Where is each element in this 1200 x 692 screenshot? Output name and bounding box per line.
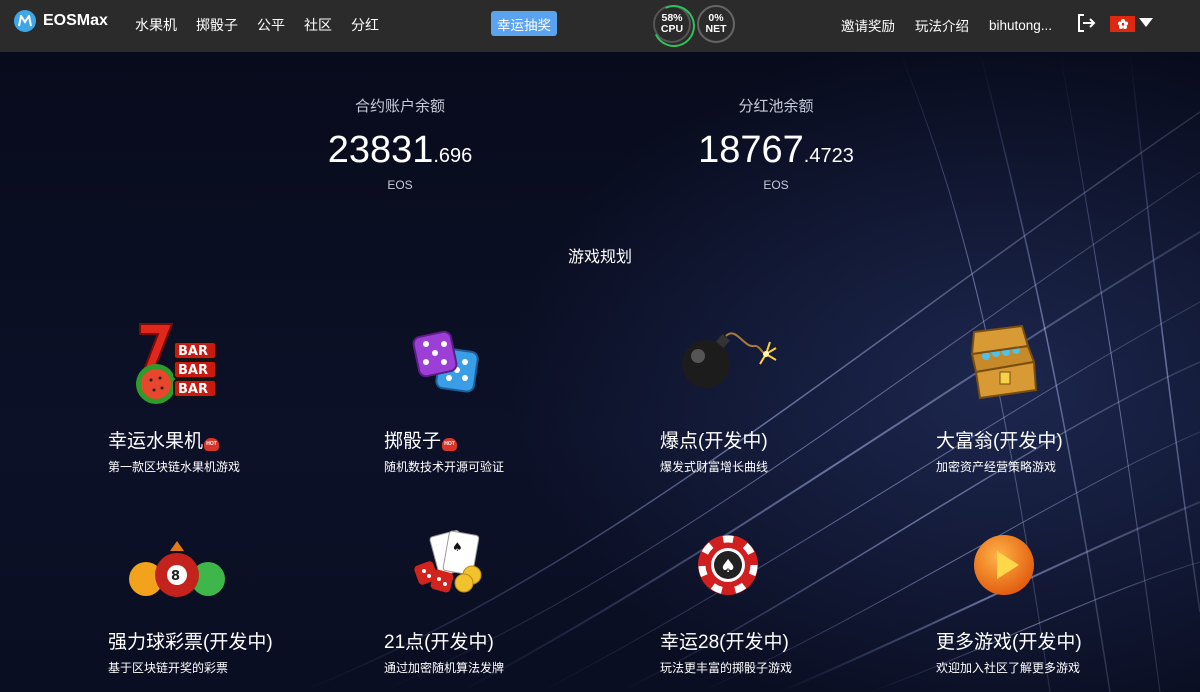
contract-balance: 合约账户余额 23831.696 EOS	[325, 95, 475, 192]
logo-text: EOSMax	[43, 12, 108, 29]
dividend-pool-amount: 18767.4723	[696, 130, 856, 176]
nav-community[interactable]: 社区	[304, 15, 332, 35]
game-name: 幸运28(开发中)	[660, 632, 789, 653]
logout-icon[interactable]	[1075, 12, 1097, 34]
lottery-balls-icon: 8	[126, 537, 226, 627]
dividend-pool-unit: EOS	[763, 178, 789, 192]
game-description: 玩法更丰富的掷骰子游戏	[660, 661, 793, 675]
contract-balance-unit: EOS	[387, 178, 413, 192]
game-description: 基于区块链开奖的彩票	[108, 661, 229, 675]
treasure-chest-icon	[964, 320, 1064, 410]
svg-text:8: 8	[171, 569, 180, 584]
svg-text:BAR: BAR	[178, 382, 208, 397]
contract-balance-amount: 23831.696	[325, 130, 475, 176]
play-icon	[972, 533, 1072, 623]
game-description: 通过加密随机算法发牌	[384, 661, 505, 675]
game-name: 强力球彩票(开发中)	[108, 632, 273, 653]
cpu-percent: 58%	[661, 12, 683, 24]
game-description: 加密资产经营策略游戏	[936, 460, 1057, 474]
language-dropdown-chevron-down-icon[interactable]	[1139, 18, 1153, 27]
dividend-pool-label: 分红池余额	[738, 98, 814, 115]
eosmax-logo-icon	[14, 10, 36, 32]
contract-balance-dec: .696	[433, 145, 473, 167]
svg-text:BAR: BAR	[178, 363, 208, 378]
how-to-play-link[interactable]: 玩法介绍	[915, 15, 969, 35]
lucky-draw-button[interactable]: 幸运抽奖	[491, 11, 557, 36]
dividend-pool-dec: .4723	[803, 145, 854, 167]
contract-balance-int: 23831	[327, 129, 434, 171]
cards-icon: ♠	[412, 529, 512, 619]
nav-dividend[interactable]: 分红	[351, 15, 379, 35]
poker-chip-icon: ♠	[696, 533, 796, 623]
hong-kong-flag-icon[interactable]	[1110, 16, 1135, 32]
hot-badge-icon: HOT	[442, 438, 458, 451]
top-nav-bar: EOSMax 水果机 掷骰子 公平 社区 分红 幸运抽奖 58% CPU 0% …	[0, 0, 1200, 52]
game-description: 爆发式财富增长曲线	[660, 460, 769, 474]
logo[interactable]: EOSMax	[14, 10, 108, 32]
main-nav: 水果机 掷骰子 公平 社区 分红	[135, 15, 398, 35]
nav-dice[interactable]: 掷骰子	[196, 15, 238, 35]
contract-balance-label: 合约账户余额	[354, 98, 445, 115]
cpu-label: CPU	[660, 23, 684, 35]
svg-text:♠: ♠	[720, 556, 736, 577]
dividend-pool-balance: 分红池余额 18767.4723 EOS	[696, 95, 856, 192]
game-name-text: 掷骰子	[384, 431, 442, 452]
svg-text:♠: ♠	[452, 540, 463, 554]
bomb-icon	[670, 320, 777, 410]
game-name: 爆点(开发中)	[660, 431, 768, 452]
game-description: 第一款区块链水果机游戏	[108, 460, 241, 474]
dividend-pool-int: 18767	[698, 129, 804, 171]
game-name: 大富翁(开发中)	[936, 431, 1063, 452]
game-description: 随机数技术开源可验证	[384, 460, 505, 474]
net-label: NET	[705, 23, 727, 35]
nav-fruit-machine[interactable]: 水果机	[135, 15, 177, 35]
game-name: 更多游戏(开发中)	[936, 632, 1082, 653]
invite-reward-link[interactable]: 邀请奖励	[841, 15, 895, 35]
net-gauge: 0% NET	[697, 5, 735, 43]
section-title: 游戏规划	[567, 249, 632, 266]
game-name: 21点(开发中)	[384, 632, 494, 653]
right-nav: 邀请奖励 玩法介绍 bihutong...	[841, 15, 1052, 35]
game-name: 幸运水果机 HOT	[108, 426, 220, 453]
nav-fairness[interactable]: 公平	[257, 15, 285, 35]
account-name[interactable]: bihutong...	[989, 18, 1052, 33]
game-name: 掷骰子 HOT	[384, 426, 458, 453]
svg-text:BAR: BAR	[178, 344, 208, 359]
cpu-gauge: 58% CPU	[653, 5, 691, 43]
slot-machine-icon: BAR BAR BAR	[130, 320, 230, 410]
dice-icon	[404, 320, 504, 410]
game-name-text: 幸运水果机	[108, 431, 204, 452]
hot-badge-icon: HOT	[204, 438, 220, 451]
game-description: 欢迎加入社区了解更多游戏	[936, 661, 1081, 675]
